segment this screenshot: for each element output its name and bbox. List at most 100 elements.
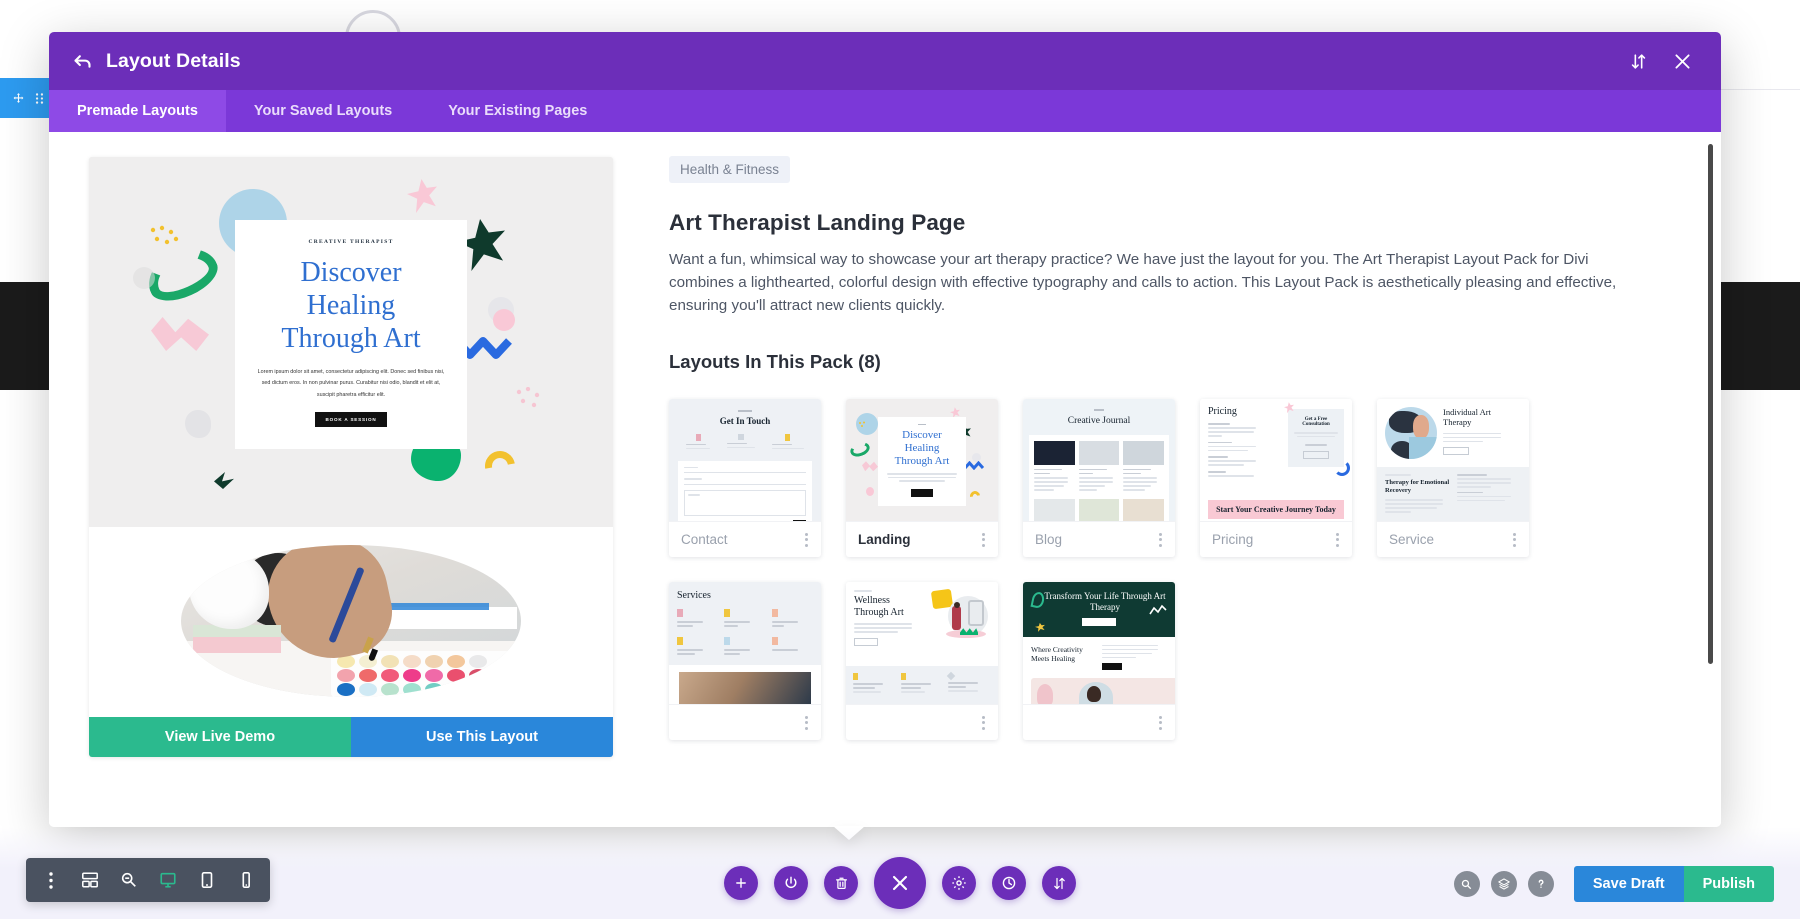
vertical-dots-icon[interactable] (1156, 529, 1165, 551)
layout-details-modal: Layout Details Premade Layouts Your Save… (49, 32, 1721, 827)
layout-description: Want a fun, whimsical way to showcase yo… (669, 251, 1617, 315)
trash-icon[interactable] (824, 866, 858, 900)
back-arrow-icon[interactable] (67, 46, 97, 76)
layout-thumbnail-transform: Transform Your Life Through Art Therapy … (1023, 582, 1175, 705)
vertical-dots-icon[interactable] (802, 712, 811, 734)
use-this-layout-button[interactable]: Use This Layout (351, 717, 613, 757)
blob-gray-lump (185, 410, 211, 438)
layout-card-name: Blog (1035, 532, 1063, 548)
layout-card-footer (669, 704, 821, 740)
layers-icon[interactable] (1490, 871, 1517, 897)
close-x-icon[interactable] (874, 857, 926, 909)
tab-your-existing-pages[interactable]: Your Existing Pages (420, 90, 615, 132)
sort-updown-icon[interactable] (1042, 866, 1076, 900)
blob-pink-star (407, 179, 437, 213)
vertical-dots-icon[interactable] (1333, 529, 1342, 551)
preview-photo-section (89, 527, 613, 717)
blob-yellow-dots (149, 225, 183, 251)
preview-title-line1: Discover (300, 257, 402, 288)
search-icon[interactable] (1453, 871, 1480, 897)
layout-card-footer: Pricing (1200, 521, 1352, 557)
layout-card-services[interactable]: Services (669, 582, 821, 741)
thumb-heading: Get In Touch (719, 415, 771, 426)
tab-your-saved-layouts[interactable]: Your Saved Layouts (226, 90, 420, 132)
preview-hero: CREATIVE THERAPIST Discover Healing Thro… (89, 157, 613, 527)
thumb-heading: Individual Art Therapy (1443, 407, 1491, 428)
layouts-grid: Get In Touch Contact Discover Healing Th… (669, 399, 1651, 741)
desktop-icon[interactable] (149, 858, 186, 902)
blob-dark-leaf-small (214, 472, 234, 489)
preview-hero-card: CREATIVE THERAPIST Discover Healing Thro… (235, 220, 467, 450)
gear-icon[interactable] (942, 866, 976, 900)
category-badge[interactable]: Health & Fitness (669, 156, 791, 183)
thumb-heading: Transform Your Life Through Art Therapy (1044, 591, 1166, 613)
layout-thumbnail-service: Individual Art Therapy Therapy for Emoti… (1377, 399, 1529, 522)
blob-gray-dot (133, 267, 155, 289)
vertical-dots-icon[interactable] (979, 529, 988, 551)
layout-thumbnail-contact: Get In Touch (669, 399, 821, 522)
wireframe-icon[interactable] (71, 858, 108, 902)
help-question-icon[interactable] (1527, 871, 1554, 897)
layout-card-service[interactable]: Individual Art Therapy Therapy for Emoti… (1377, 399, 1529, 558)
modal-title: Layout Details (106, 49, 241, 72)
thumb-heading: Creative Journal (1067, 415, 1131, 426)
page-title: Art Therapist Landing Page (669, 210, 966, 235)
thumb-heading: Wellness Through Art (854, 594, 904, 618)
close-x-icon[interactable] (1665, 44, 1699, 78)
detail-scrollbar[interactable] (1708, 144, 1713, 664)
layout-card-footer: Contact (669, 521, 821, 557)
layout-card-footer: Blog (1023, 521, 1175, 557)
vertical-dots-icon[interactable] (1510, 529, 1519, 551)
layout-preview-column: CREATIVE THERAPIST Discover Healing Thro… (49, 132, 613, 827)
blob-pink-circle (493, 309, 515, 331)
preview-photo (181, 545, 521, 697)
layout-card-blog[interactable]: Creative Journal Blog (1023, 399, 1175, 558)
sort-updown-icon[interactable] (1621, 44, 1655, 78)
layout-card-landing[interactable]: Discover Healing Through Art Landing (846, 399, 998, 558)
preview-action-buttons: View Live Demo Use This Layout (89, 717, 613, 757)
view-live-demo-button[interactable]: View Live Demo (89, 717, 351, 757)
modal-body: CREATIVE THERAPIST Discover Healing Thro… (49, 132, 1721, 827)
thumb-pricing-box-label: Get a Free Consultation (1302, 417, 1330, 428)
layout-card-wellness[interactable]: Wellness Through Art (846, 582, 998, 741)
thumb-pricing-banner: Start Your Creative Journey Today (1216, 505, 1336, 515)
preview-eyebrow: CREATIVE THERAPIST (308, 239, 394, 245)
history-clock-icon[interactable] (992, 866, 1026, 900)
layout-thumbnail-wellness: Wellness Through Art (846, 582, 998, 705)
layout-card-contact[interactable]: Get In Touch Contact (669, 399, 821, 558)
preview-title-line3: Through Art (281, 323, 421, 355)
editor-left-toolbar (26, 858, 270, 902)
power-icon[interactable] (774, 866, 808, 900)
vertical-dots-icon[interactable] (32, 858, 69, 902)
layout-card-footer: Service (1377, 521, 1529, 557)
vertical-dots-icon[interactable] (979, 712, 988, 734)
preview-paragraph: Lorem ipsum dolor sit amet, consectetur … (257, 369, 445, 398)
layout-card-footer: Landing (846, 521, 998, 557)
layout-card-footer (846, 704, 998, 740)
thumb-heading: Pricing (1208, 406, 1237, 418)
plus-icon[interactable] (724, 866, 758, 900)
preview-cta-button: BOOK A SESSION (314, 412, 388, 428)
layout-card-pricing[interactable]: Pricing Get a Free Consultation Start Yo… (1200, 399, 1352, 558)
layout-card-name: Service (1389, 532, 1435, 548)
vertical-dots-icon[interactable] (802, 529, 811, 551)
vertical-dots-icon[interactable] (1156, 712, 1165, 734)
save-draft-button[interactable]: Save Draft (1573, 866, 1684, 902)
layout-thumbnail-blog: Creative Journal (1023, 399, 1175, 522)
blob-yellow-hook (479, 445, 521, 487)
layout-card-name: Landing (858, 532, 911, 548)
tablet-icon[interactable] (188, 858, 225, 902)
phone-icon[interactable] (227, 858, 264, 902)
editor-center-dock (724, 857, 1076, 909)
layout-thumbnail-services: Services (669, 582, 821, 705)
layout-detail-column: Health & Fitness Art Therapist Landing P… (609, 132, 1721, 827)
layout-card-transform[interactable]: Transform Your Life Through Art Therapy … (1023, 582, 1175, 741)
thumb-heading: Discover Healing Through Art (894, 429, 950, 467)
tab-premade-layouts[interactable]: Premade Layouts (49, 90, 226, 132)
modal-tabs: Premade Layouts Your Saved Layouts Your … (49, 90, 1721, 132)
layout-thumbnail-landing: Discover Healing Through Art (846, 399, 998, 522)
settings-dots-icon (34, 92, 45, 105)
publish-button[interactable]: Publish (1683, 866, 1774, 902)
layout-card-name: Contact (681, 532, 728, 548)
zoom-out-icon[interactable] (110, 858, 147, 902)
